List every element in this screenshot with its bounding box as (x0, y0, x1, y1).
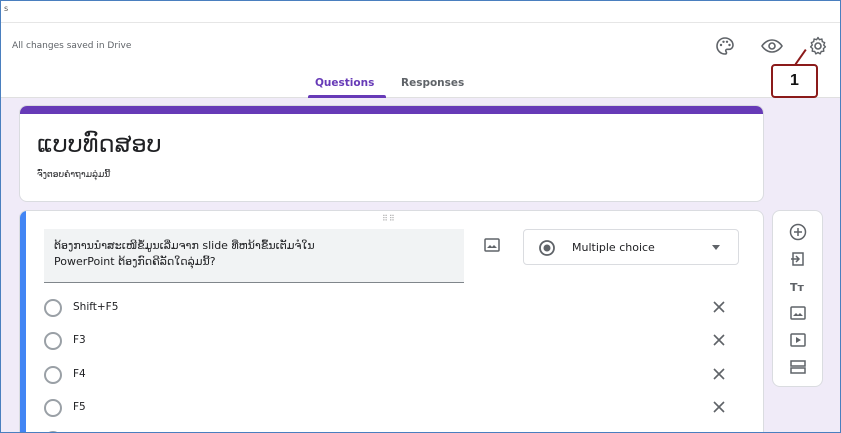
option-radio (44, 399, 62, 417)
radio-button-icon (538, 239, 556, 261)
option-row-partial[interactable] (44, 429, 744, 432)
app-window: s All changes saved in Drive Questions R… (0, 0, 841, 433)
remove-option-icon[interactable] (709, 364, 729, 384)
accent-bar (20, 106, 763, 114)
option-radio (44, 366, 62, 384)
add-question-icon[interactable] (787, 221, 809, 243)
form-title[interactable]: ແບບທົດສອບ (37, 130, 162, 158)
window-title: s (4, 4, 9, 13)
question-text-line1: ຕ້ອງການນຳສະເໜີຂໍ້ມູນເລີ່ມຈາກ slide ທີ່ຫນ… (54, 239, 315, 252)
save-status: All changes saved in Drive (12, 41, 132, 51)
add-section-icon[interactable] (787, 356, 809, 378)
active-tab-indicator (308, 95, 386, 98)
question-text-field[interactable]: ຕ້ອງການນຳສະເໜີຂໍ້ມູນເລີ່ມຈາກ slide ທີ່ຫນ… (44, 229, 464, 283)
form-header: All changes saved in Drive (1, 23, 840, 71)
import-questions-icon[interactable] (787, 248, 809, 270)
option-label[interactable]: F5 (73, 401, 86, 413)
option-row[interactable]: F5 (44, 397, 744, 421)
question-card[interactable]: ⠿⠿ ຕ້ອງການນຳສະເໜີຂໍ້ມູນເລີ່ມຈາກ slide ທີ… (19, 210, 764, 432)
add-image-icon[interactable] (482, 235, 502, 255)
remove-option-icon[interactable] (709, 297, 729, 317)
tab-responses[interactable]: Responses (401, 77, 464, 89)
drag-handle[interactable]: ⠿⠿ (382, 214, 396, 223)
svg-text:Tт: Tт (790, 281, 805, 294)
settings-icon[interactable] (806, 34, 830, 58)
remove-option-icon[interactable] (709, 397, 729, 417)
option-row[interactable]: F3 (44, 330, 744, 354)
form-tabs: Questions Responses (1, 71, 840, 98)
option-row[interactable]: Shift+F5 (44, 297, 744, 321)
question-type-label: Multiple choice (572, 241, 655, 254)
option-row[interactable]: F4 (44, 364, 744, 388)
option-label[interactable]: F3 (73, 334, 86, 346)
remove-option-icon[interactable] (709, 330, 729, 350)
option-radio (44, 299, 62, 317)
option-label[interactable]: Shift+F5 (73, 301, 118, 313)
form-description[interactable]: ຈົ່ງຕອບຄຳຖາມລຸ່ມນີ້ (37, 170, 110, 180)
add-title-icon[interactable]: Tт (787, 275, 809, 297)
question-type-select[interactable]: Multiple choice (523, 229, 739, 265)
add-video-icon[interactable] (787, 329, 809, 351)
focus-indicator (20, 211, 26, 432)
add-image-icon[interactable] (787, 302, 809, 324)
palette-icon[interactable] (713, 34, 737, 58)
question-text-line2: PowerPoint ຕ້ອງກົດຄີລັດໃດລຸ່ມນີ້? (54, 255, 216, 268)
title-strip: s (1, 1, 840, 23)
side-toolbar: Tт (772, 210, 823, 387)
option-label[interactable]: F4 (73, 368, 86, 380)
preview-eye-icon[interactable] (760, 34, 784, 58)
tab-questions[interactable]: Questions (315, 77, 374, 89)
annotation-label: 1 (771, 64, 818, 98)
chevron-down-icon (712, 245, 720, 250)
option-radio (44, 332, 62, 350)
form-title-card[interactable]: ແບບທົດສອບ ຈົ່ງຕອບຄຳຖາມລຸ່ມນີ້ (19, 105, 764, 202)
